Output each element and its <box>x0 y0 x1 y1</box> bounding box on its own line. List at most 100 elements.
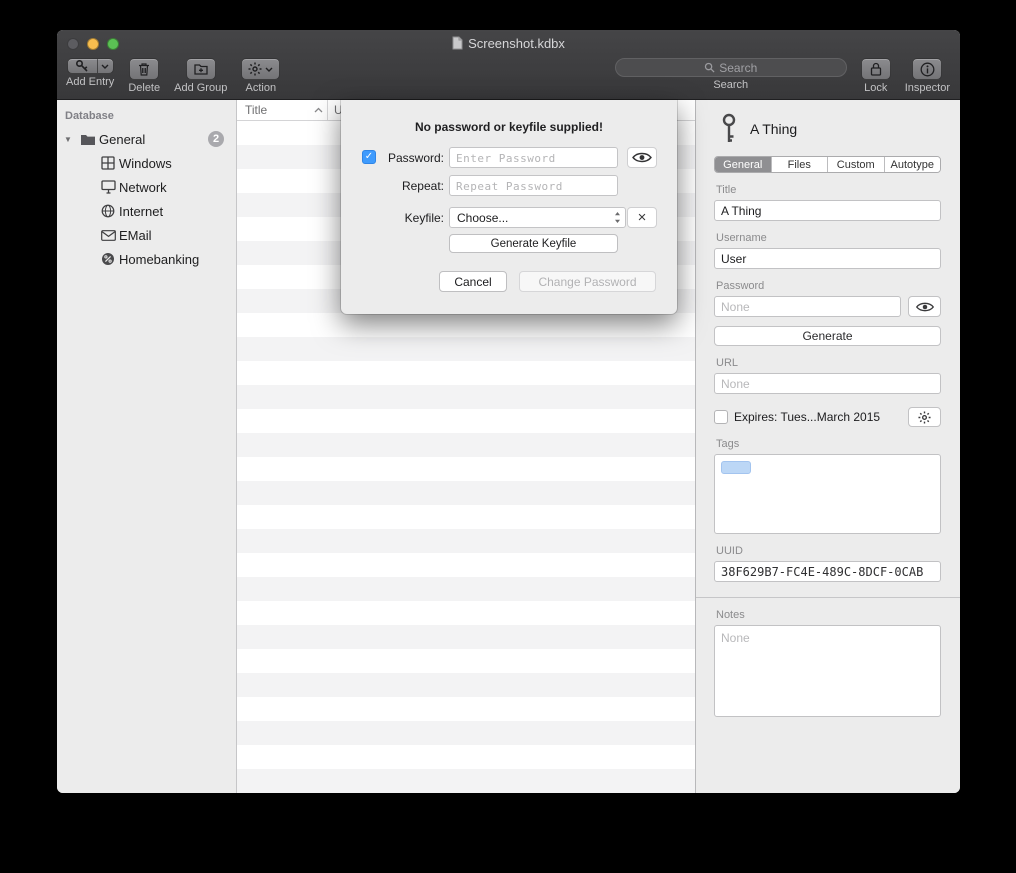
password-input[interactable] <box>449 147 618 168</box>
repeat-label: Repeat: <box>369 179 444 193</box>
repeat-password-input[interactable] <box>449 175 618 196</box>
delete-label: Delete <box>128 83 160 94</box>
popup-chevrons-icon <box>614 211 621 224</box>
username-field[interactable] <box>714 248 941 269</box>
change-password-dialog: No password or keyfile supplied! ✓ Passw… <box>341 100 677 314</box>
sidebar-item-label: Homebanking <box>119 252 236 267</box>
add-entry-label: Add Entry <box>66 77 114 88</box>
change-password-button[interactable]: Change Password <box>519 271 656 292</box>
sidebar-item-network[interactable]: Network <box>57 175 236 199</box>
network-icon <box>101 180 116 194</box>
sidebar-item-email[interactable]: EMail <box>57 223 236 247</box>
key-icon <box>721 113 737 145</box>
search-icon <box>704 62 715 73</box>
generate-password-button[interactable]: Generate <box>714 326 941 346</box>
tab-autotype[interactable]: Autotype <box>885 157 941 172</box>
close-icon: × <box>638 210 647 225</box>
app-window: Screenshot.kdbx <box>57 30 960 793</box>
entry-title: A Thing <box>750 121 797 137</box>
toolbar-item-lock: Lock <box>861 58 891 94</box>
chevron-down-icon <box>265 67 273 72</box>
toolbar-item-inspector: Inspector <box>905 58 950 94</box>
search-input[interactable]: Search <box>615 58 847 77</box>
percent-coin-icon <box>101 252 115 266</box>
action-label: Action <box>246 83 277 94</box>
sidebar-header: Database <box>57 106 236 127</box>
uuid-field[interactable] <box>714 561 941 582</box>
column-title-label: Title <box>245 103 267 117</box>
cancel-button[interactable]: Cancel <box>439 271 507 292</box>
uuid-label: UUID <box>716 545 941 557</box>
folder-plus-icon <box>194 63 208 75</box>
sidebar-item-general[interactable]: ▼ General 2 <box>57 127 236 151</box>
key-icon <box>75 59 89 73</box>
expires-settings-button[interactable] <box>908 407 941 427</box>
title-field-label: Title <box>716 184 941 196</box>
sidebar-item-label: Internet <box>119 204 236 219</box>
dialog-message: No password or keyfile supplied! <box>341 120 677 134</box>
keyfile-popup[interactable]: Choose... <box>449 207 626 228</box>
url-field-label: URL <box>716 357 941 369</box>
url-field[interactable] <box>714 373 941 394</box>
title-field[interactable] <box>714 200 941 221</box>
show-password-button[interactable] <box>627 147 657 168</box>
add-entry-button[interactable] <box>67 58 114 74</box>
inspector-header: A Thing <box>714 108 941 150</box>
lock-icon <box>870 62 882 76</box>
tag-pill[interactable] <box>721 461 751 474</box>
add-group-button[interactable] <box>186 58 216 80</box>
keyfile-label: Keyfile: <box>369 211 444 225</box>
tab-custom[interactable]: Custom <box>828 157 885 172</box>
search-label: Search <box>713 80 748 91</box>
section-divider <box>696 597 960 598</box>
add-group-label: Add Group <box>174 83 227 94</box>
disclosure-triangle-icon[interactable]: ▼ <box>64 135 77 144</box>
lock-button[interactable] <box>861 58 891 80</box>
inspector-label: Inspector <box>905 83 950 94</box>
titlebar[interactable]: Screenshot.kdbx <box>57 30 960 56</box>
eye-icon <box>916 301 934 313</box>
inspector-button[interactable] <box>912 58 942 80</box>
expires-label: Expires: Tues...March 2015 <box>734 410 902 424</box>
windows-icon <box>101 156 115 170</box>
tab-general[interactable]: General <box>715 157 772 172</box>
sidebar-item-label: EMail <box>119 228 236 243</box>
clear-keyfile-button[interactable]: × <box>627 207 657 228</box>
tags-label: Tags <box>716 438 941 450</box>
tags-field[interactable] <box>714 454 941 534</box>
generate-keyfile-button[interactable]: Generate Keyfile <box>449 234 618 253</box>
sidebar-item-label: Windows <box>119 156 236 171</box>
password-field-label: Password <box>716 280 941 292</box>
chevron-down-icon <box>101 64 109 69</box>
expires-checkbox[interactable] <box>714 410 728 424</box>
toolbar-item-search: Search Search <box>615 58 847 91</box>
show-password-button[interactable] <box>908 296 941 317</box>
sidebar: Database ▼ General 2 Windo <box>57 100 237 793</box>
lock-label: Lock <box>864 83 887 94</box>
sidebar-item-label: Network <box>119 180 236 195</box>
sidebar-item-internet[interactable]: Internet <box>57 199 236 223</box>
sidebar-item-homebanking[interactable]: Homebanking <box>57 247 236 271</box>
toolbar-item-add-group: Add Group <box>174 58 227 94</box>
search-placeholder: Search <box>719 61 757 75</box>
tab-files[interactable]: Files <box>772 157 829 172</box>
delete-button[interactable] <box>129 58 159 80</box>
document-icon <box>452 36 463 50</box>
notes-field[interactable] <box>714 625 941 717</box>
gear-icon <box>918 411 931 424</box>
toolbar-item-add-entry: Add Entry <box>66 58 114 88</box>
titlebar-toolbar: Screenshot.kdbx <box>57 30 960 100</box>
window-title-text: Screenshot.kdbx <box>468 36 565 51</box>
inspector-panel: A Thing General Files Custom Autotype Ti… <box>695 100 960 793</box>
envelope-icon <box>101 230 116 241</box>
trash-icon <box>138 62 150 76</box>
globe-icon <box>101 204 115 218</box>
password-field[interactable] <box>714 296 901 317</box>
column-header-title[interactable]: Title <box>237 100 327 120</box>
action-button[interactable] <box>241 58 280 80</box>
inspector-tabs: General Files Custom Autotype <box>714 156 941 173</box>
sidebar-item-windows[interactable]: Windows <box>57 151 236 175</box>
toolbar-item-delete: Delete <box>128 58 160 94</box>
info-icon <box>920 62 935 77</box>
keyfile-popup-value: Choose... <box>457 211 614 225</box>
